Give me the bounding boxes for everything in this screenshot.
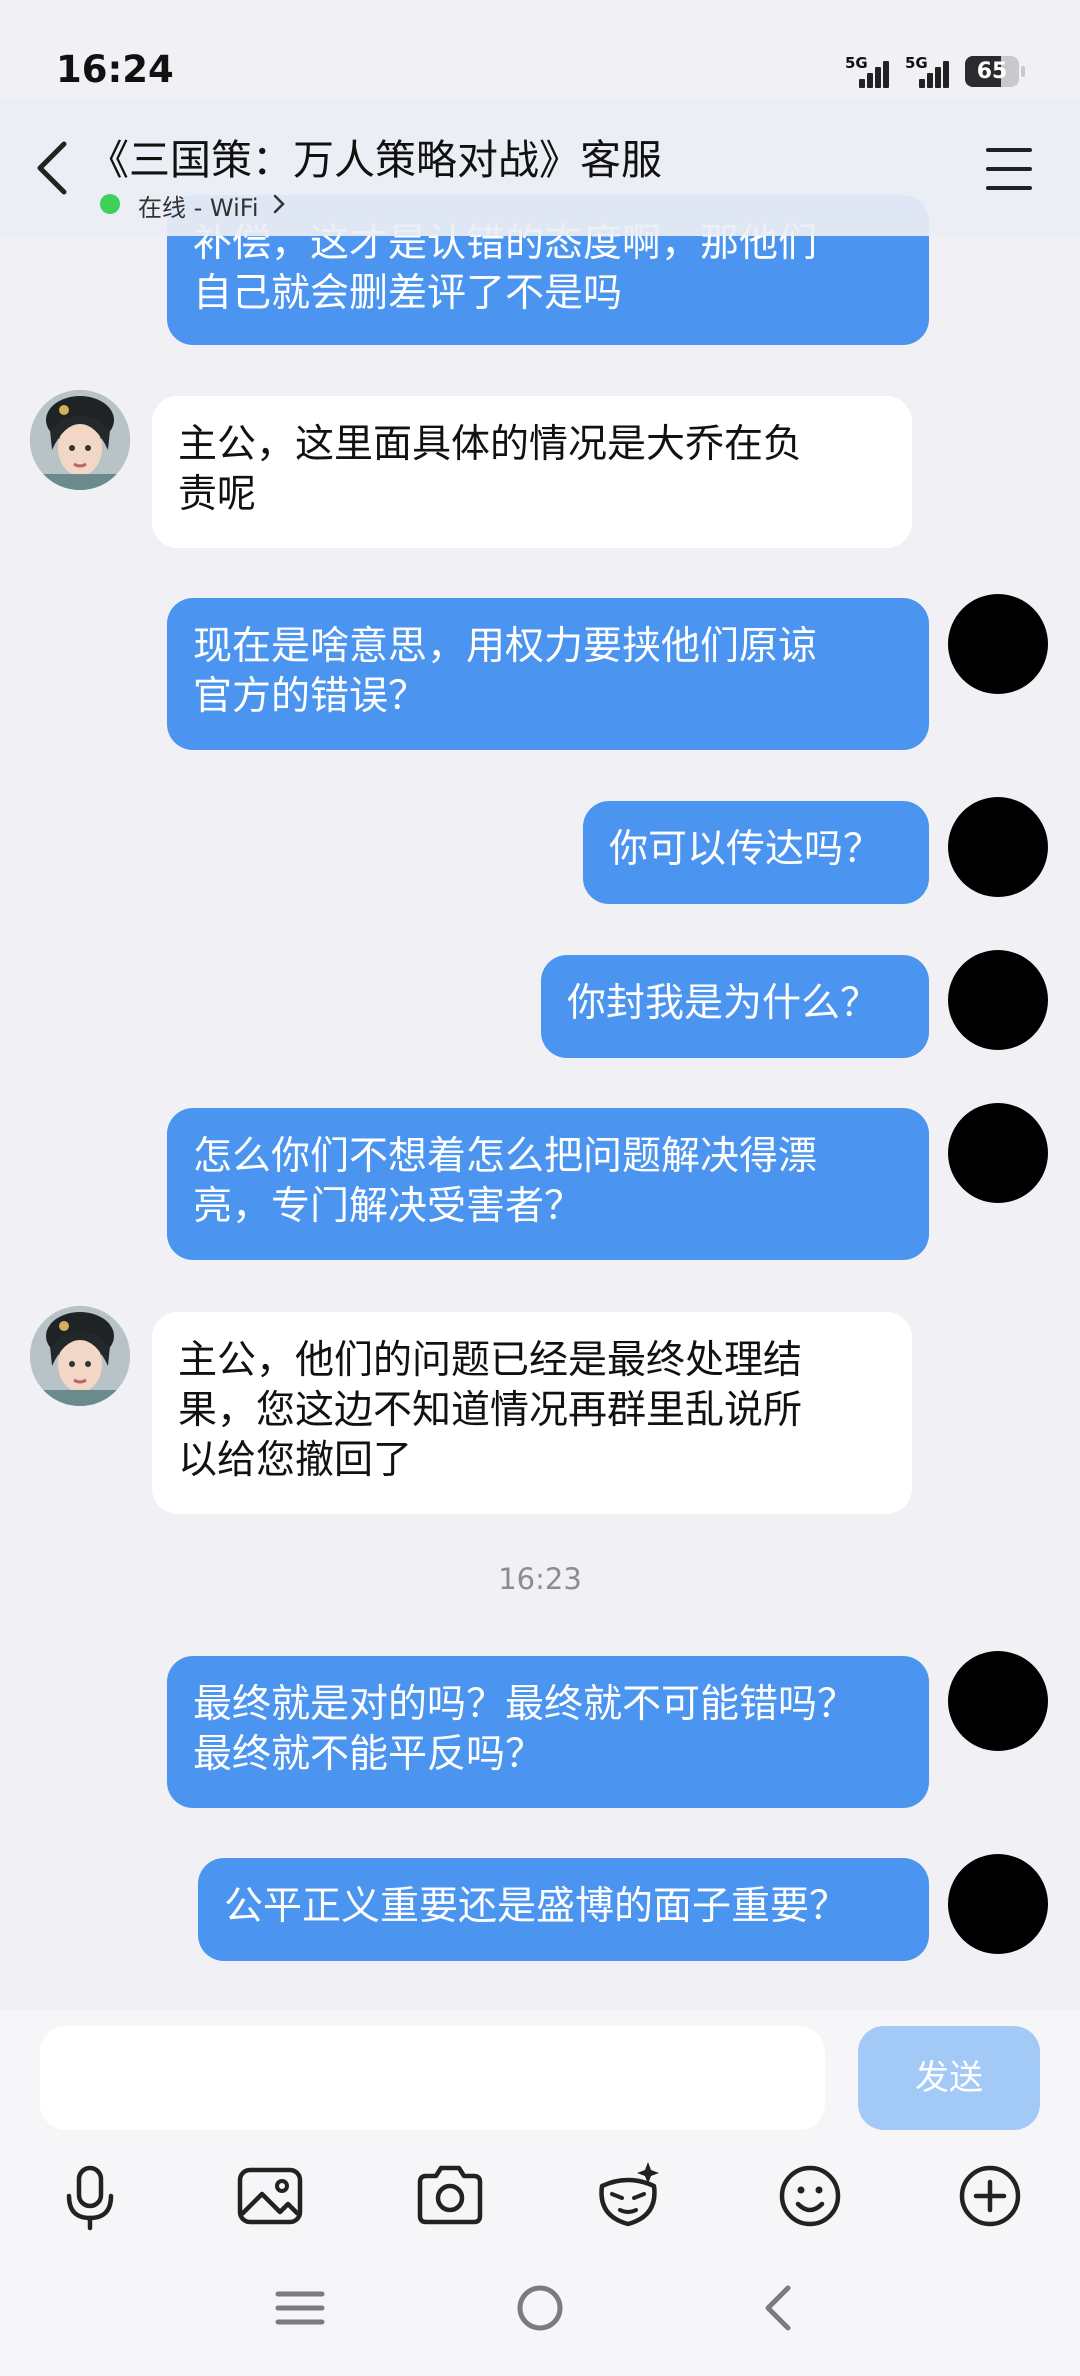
menu-button[interactable] <box>982 144 1036 194</box>
magic-face-button[interactable] <box>588 2156 668 2236</box>
microphone-icon <box>66 2165 114 2231</box>
my-avatar[interactable] <box>948 1103 1048 1203</box>
message-input[interactable] <box>40 2026 825 2130</box>
chevron-right-icon <box>273 194 285 214</box>
message-bubble-outgoing[interactable]: 最终就是对的吗？最终就不可能错吗？ 最终就不能平反吗？ <box>167 1656 929 1808</box>
network-type-label: 5G <box>845 54 868 72</box>
system-back-button[interactable] <box>740 2268 820 2348</box>
back-button[interactable] <box>26 136 82 200</box>
voice-button[interactable] <box>50 2156 130 2236</box>
message-bubble-outgoing[interactable]: 怎么你们不想着怎么把问题解决得漂 亮，专门解决受害者？ <box>167 1108 929 1260</box>
emoji-icon <box>779 2165 841 2227</box>
my-avatar[interactable] <box>948 1854 1048 1954</box>
status-time: 16:24 <box>56 48 174 91</box>
chat-history[interactable]: 补偿，这才是认错的态度啊，那他们 自己就会删差评了不是吗 主公，这里面具体的情况… <box>0 0 1080 2010</box>
chat-title: 《三国策：万人策略对战》客服 <box>88 136 662 184</box>
presence-label: 在线 - WiFi <box>138 194 259 222</box>
home-circle-icon <box>517 2285 563 2331</box>
back-arrow-icon <box>765 2285 791 2331</box>
my-avatar[interactable] <box>948 950 1048 1050</box>
online-dot-icon <box>100 194 120 214</box>
message-bubble-incoming[interactable]: 主公，他们的问题已经是最终处理结 果，您这边不知道情况再群里乱说所 以给您撤回了 <box>152 1312 912 1514</box>
plus-icon <box>959 2165 1021 2227</box>
my-avatar[interactable] <box>948 594 1048 694</box>
agent-avatar[interactable] <box>30 390 130 490</box>
emoji-button[interactable] <box>770 2156 850 2236</box>
image-icon <box>237 2167 303 2225</box>
signal-icon: 5G <box>905 54 955 88</box>
home-button[interactable] <box>500 2268 580 2348</box>
chevron-left-icon <box>37 141 67 195</box>
message-timestamp: 16:23 <box>498 1562 582 1596</box>
signal-icon: 5G <box>845 54 895 88</box>
battery-icon: 65 <box>965 56 1025 87</box>
message-bubble-outgoing[interactable]: 你可以传达吗？ <box>583 801 929 904</box>
menu-lines-icon <box>275 2291 325 2325</box>
message-bubble-incoming[interactable]: 主公，这里面具体的情况是大乔在负 责呢 <box>152 396 912 548</box>
my-avatar[interactable] <box>948 797 1048 897</box>
my-avatar[interactable] <box>948 1651 1048 1751</box>
image-button[interactable] <box>230 2156 310 2236</box>
chat-header: 《三国策：万人策略对战》客服 在线 - WiFi <box>0 100 1080 236</box>
recent-apps-button[interactable] <box>260 2268 340 2348</box>
camera-button[interactable] <box>410 2156 490 2236</box>
battery-level: 65 <box>976 59 1008 84</box>
network-type-label: 5G <box>905 54 928 72</box>
message-bubble-outgoing[interactable]: 现在是啥意思，用权力要挟他们原谅 官方的错误？ <box>167 598 929 750</box>
system-navigation-bar <box>0 2240 1080 2376</box>
send-button[interactable]: 发送 <box>858 2026 1040 2130</box>
magic-face-icon <box>599 2162 659 2227</box>
camera-icon <box>417 2165 483 2225</box>
agent-avatar[interactable] <box>30 1306 130 1406</box>
more-button[interactable] <box>950 2156 1030 2236</box>
message-bubble-outgoing[interactable]: 你封我是为什么？ <box>541 955 929 1058</box>
message-bubble-outgoing[interactable]: 公平正义重要还是盛博的面子重要？ <box>198 1858 929 1961</box>
